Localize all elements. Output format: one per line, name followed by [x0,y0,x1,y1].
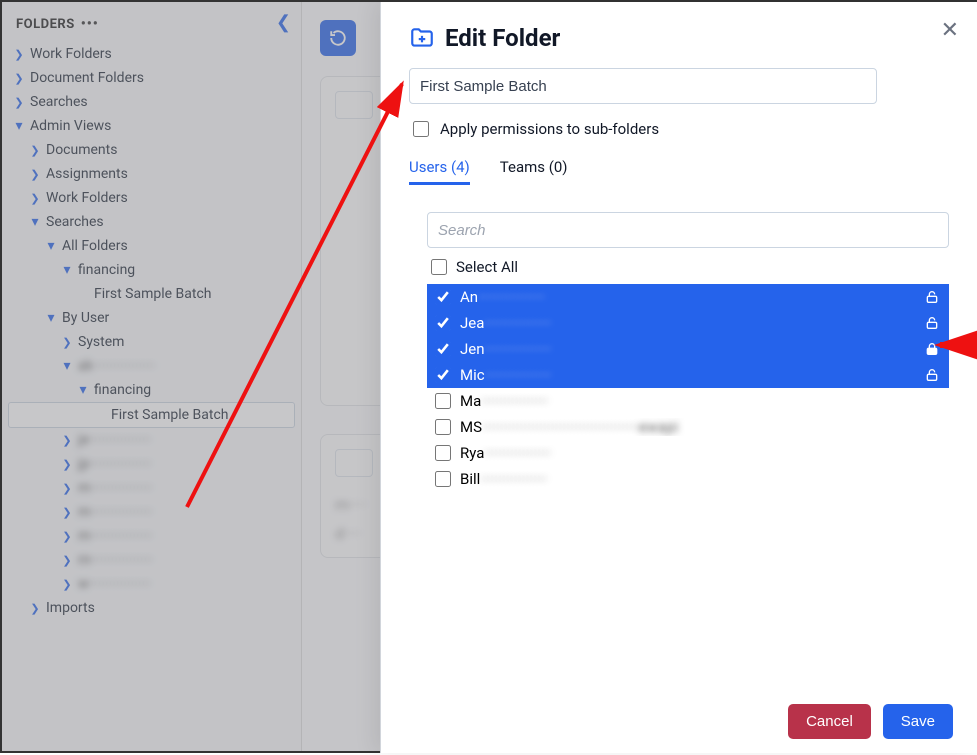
lock-icon[interactable] [923,340,941,358]
user-row[interactable]: Jea················· [427,310,949,336]
user-checkbox[interactable] [435,367,451,383]
edit-folder-modal: ✕ Edit Folder Apply permissions to sub-f… [380,2,977,753]
user-checkbox[interactable] [435,393,451,409]
unlock-icon[interactable] [923,314,941,332]
modal-title: Edit Folder [445,24,560,52]
user-name: MS······································… [460,418,941,436]
unlock-icon[interactable] [923,288,941,306]
user-search-input[interactable] [427,212,949,248]
user-name: An················· [460,288,917,306]
apply-subfolders-label: Apply permissions to sub-folders [440,120,659,138]
permission-tabs: Users (4) Teams (0) [409,158,949,186]
select-all-checkbox[interactable] [431,259,447,275]
user-row[interactable]: Bill················· [427,466,949,492]
user-list: An················· Jea················· J… [427,284,949,492]
user-row[interactable]: Ma················· [427,388,949,414]
tab-teams[interactable]: Teams (0) [500,158,568,185]
user-name: Ma················· [460,392,941,410]
tab-users[interactable]: Users (4) [409,158,470,185]
user-name: Jea················· [460,314,917,332]
user-checkbox[interactable] [435,471,451,487]
unlock-icon[interactable] [923,366,941,384]
folder-name-input[interactable] [409,68,877,104]
user-checkbox[interactable] [435,289,451,305]
cancel-button[interactable]: Cancel [788,704,871,739]
user-row[interactable]: Rya················· [427,440,949,466]
folder-add-icon [409,25,435,51]
user-checkbox[interactable] [435,419,451,435]
user-name: Jen················· [460,340,917,358]
user-row[interactable]: An················· [427,284,949,310]
select-all-label: Select All [456,258,518,276]
user-checkbox[interactable] [435,315,451,331]
user-name: Rya················· [460,444,941,462]
user-checkbox[interactable] [435,341,451,357]
user-row[interactable]: Jen················· [427,336,949,362]
close-icon[interactable]: ✕ [941,20,959,42]
save-button[interactable]: Save [883,704,953,739]
user-row[interactable]: Mic················· [427,362,949,388]
user-row[interactable]: MS······································… [427,414,949,440]
user-checkbox[interactable] [435,445,451,461]
user-name: Mic················· [460,366,917,384]
apply-subfolders-checkbox[interactable] [413,121,429,137]
user-name: Bill················· [460,470,941,488]
